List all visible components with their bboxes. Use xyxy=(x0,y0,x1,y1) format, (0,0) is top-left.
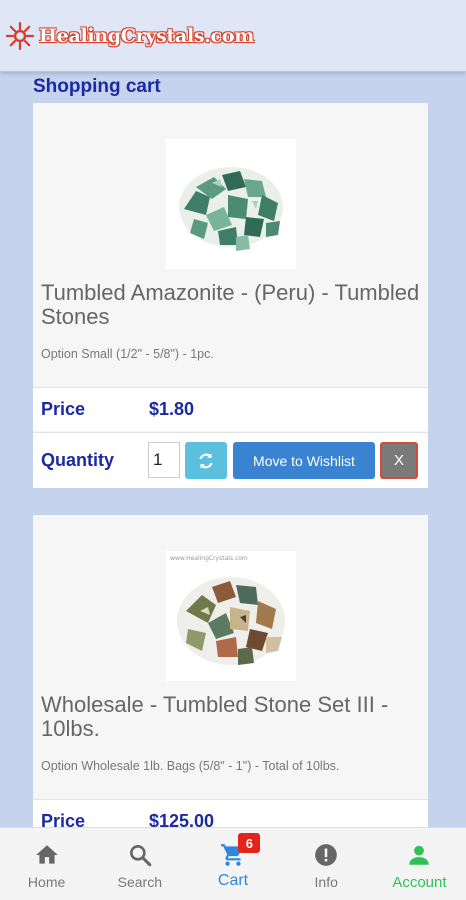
quantity-label: Quantity xyxy=(41,450,115,470)
page-title: Shopping cart xyxy=(33,76,161,97)
quantity-row: Quantity Move to Wishlist X xyxy=(33,432,428,488)
nav-account-label: Account xyxy=(392,874,447,891)
cart-count-badge: 6 xyxy=(238,833,261,853)
move-to-wishlist-button[interactable]: Move to Wishlist xyxy=(233,442,375,479)
nav-home[interactable]: Home xyxy=(0,828,93,900)
cart-item-card: Tumbled Amazonite - (Peru) - Tumbled Sto… xyxy=(33,103,428,488)
product-option: Option Small (1/2" - 5/8") - 1pc. xyxy=(41,347,214,361)
image-caption: www.HealingCrystals.com xyxy=(170,555,248,562)
nav-search-label: Search xyxy=(117,874,162,890)
bottom-navigation: Home Search 6 Cart Info Account xyxy=(0,827,466,900)
product-option: Option Wholesale 1lb. Bags (5/8" - 1") -… xyxy=(41,759,340,773)
nav-search[interactable]: Search xyxy=(93,828,186,900)
nav-info-label: Info xyxy=(314,874,338,890)
info-icon xyxy=(315,844,338,866)
product-image[interactable]: www.HealingCrystals.com xyxy=(166,551,296,681)
app-header: HealingCrystals.com xyxy=(0,0,466,72)
product-title[interactable]: Wholesale - Tumbled Stone Set III - 10lb… xyxy=(41,693,421,741)
remove-item-button[interactable]: X xyxy=(380,442,418,479)
quantity-input[interactable] xyxy=(148,442,180,478)
nav-account[interactable]: Account xyxy=(373,828,466,900)
nav-home-label: Home xyxy=(27,874,66,890)
account-icon xyxy=(409,845,430,865)
price-value: $1.80 xyxy=(149,399,195,419)
search-icon xyxy=(129,845,152,867)
refresh-icon xyxy=(199,453,213,468)
nav-cart[interactable]: 6 Cart xyxy=(186,828,279,900)
product-title[interactable]: Tumbled Amazonite - (Peru) - Tumbled Sto… xyxy=(41,281,421,329)
nav-cart-label: Cart xyxy=(217,872,249,889)
tumbled-stone-set-image: www.HealingCrystals.com xyxy=(170,555,285,665)
logo-text: HealingCrystals.com xyxy=(39,24,255,47)
nav-info[interactable]: Info xyxy=(280,828,373,900)
site-logo[interactable]: HealingCrystals.com xyxy=(6,21,255,50)
cart-item-card: www.HealingCrystals.com Wholesale - Tumb… xyxy=(33,515,428,845)
update-quantity-button[interactable] xyxy=(185,442,227,479)
price-row: Price $1.80 xyxy=(33,387,428,431)
price-label: Price xyxy=(41,399,86,419)
amazonite-stones-image xyxy=(179,167,283,251)
product-image[interactable] xyxy=(166,139,296,269)
sunburst-logo-icon xyxy=(6,21,34,50)
home-icon xyxy=(35,845,58,864)
